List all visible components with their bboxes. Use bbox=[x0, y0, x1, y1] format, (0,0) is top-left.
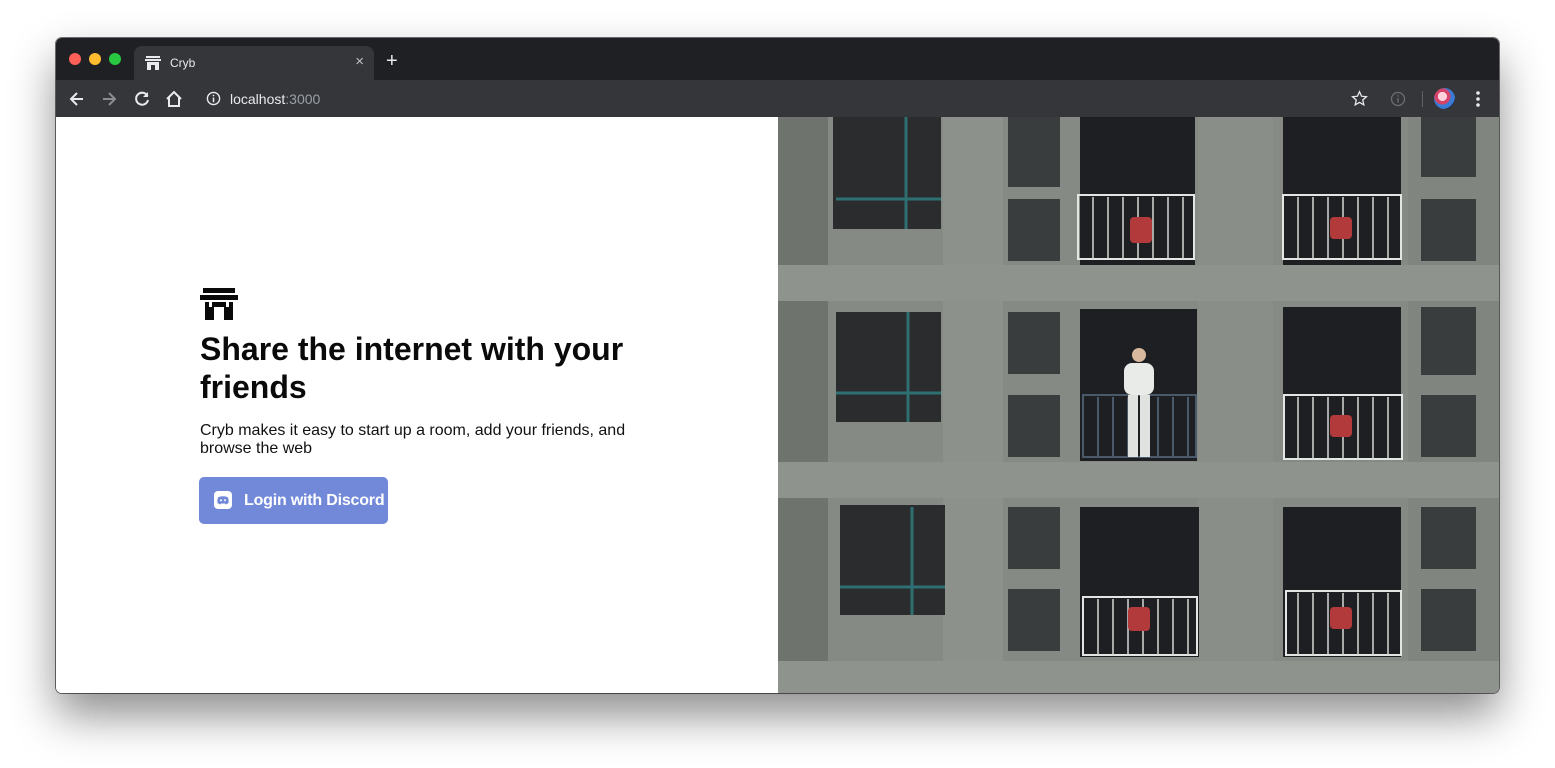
desktop: Cryb × + localhost:3000 Share the intern… bbox=[0, 0, 1555, 768]
toolbar-divider bbox=[1422, 91, 1423, 107]
cryb-logo-icon bbox=[145, 56, 161, 70]
profile-avatar[interactable] bbox=[1434, 88, 1455, 109]
tab-strip: Cryb × + bbox=[56, 38, 1499, 80]
home-icon[interactable] bbox=[164, 89, 184, 109]
forward-arrow-icon[interactable] bbox=[99, 89, 119, 109]
page-headline: Share the internet with your friends bbox=[200, 331, 624, 405]
discord-icon bbox=[214, 491, 232, 509]
hero-building-photo bbox=[778, 117, 1499, 693]
bookmark-star-icon[interactable] bbox=[1351, 90, 1368, 107]
url-host: localhost bbox=[230, 91, 286, 107]
browser-toolbar: localhost:3000 bbox=[56, 80, 1499, 117]
extension-info-icon[interactable] bbox=[1390, 91, 1406, 107]
address-bar[interactable] bbox=[198, 84, 1378, 113]
new-tab-button[interactable]: + bbox=[386, 51, 398, 71]
cryb-logo-icon bbox=[200, 288, 238, 320]
tab-cryb[interactable]: Cryb × bbox=[134, 46, 374, 80]
url-port: :3000 bbox=[285, 91, 321, 107]
minimize-window-button[interactable] bbox=[89, 53, 101, 65]
back-arrow-icon[interactable] bbox=[67, 89, 87, 109]
login-with-discord-button[interactable]: Login with Discord bbox=[199, 477, 388, 524]
reload-icon[interactable] bbox=[132, 89, 152, 109]
browser-window: Cryb × + localhost:3000 Share the intern… bbox=[56, 38, 1499, 693]
info-icon[interactable] bbox=[206, 91, 221, 106]
close-tab-icon[interactable]: × bbox=[355, 53, 364, 71]
page-viewport: Share the internet with your friends Cry… bbox=[56, 117, 1499, 693]
maximize-window-button[interactable] bbox=[109, 53, 121, 65]
url-text: localhost:3000 bbox=[230, 91, 320, 107]
tab-title: Cryb bbox=[170, 56, 196, 70]
hero-text-panel: Share the internet with your friends Cry… bbox=[56, 117, 778, 693]
page-subtitle: Cryb makes it easy to start up a room, a… bbox=[200, 422, 626, 457]
login-button-label: Login with Discord bbox=[244, 492, 385, 509]
close-window-button[interactable] bbox=[69, 53, 81, 65]
menu-kebab-icon[interactable] bbox=[1468, 89, 1488, 109]
